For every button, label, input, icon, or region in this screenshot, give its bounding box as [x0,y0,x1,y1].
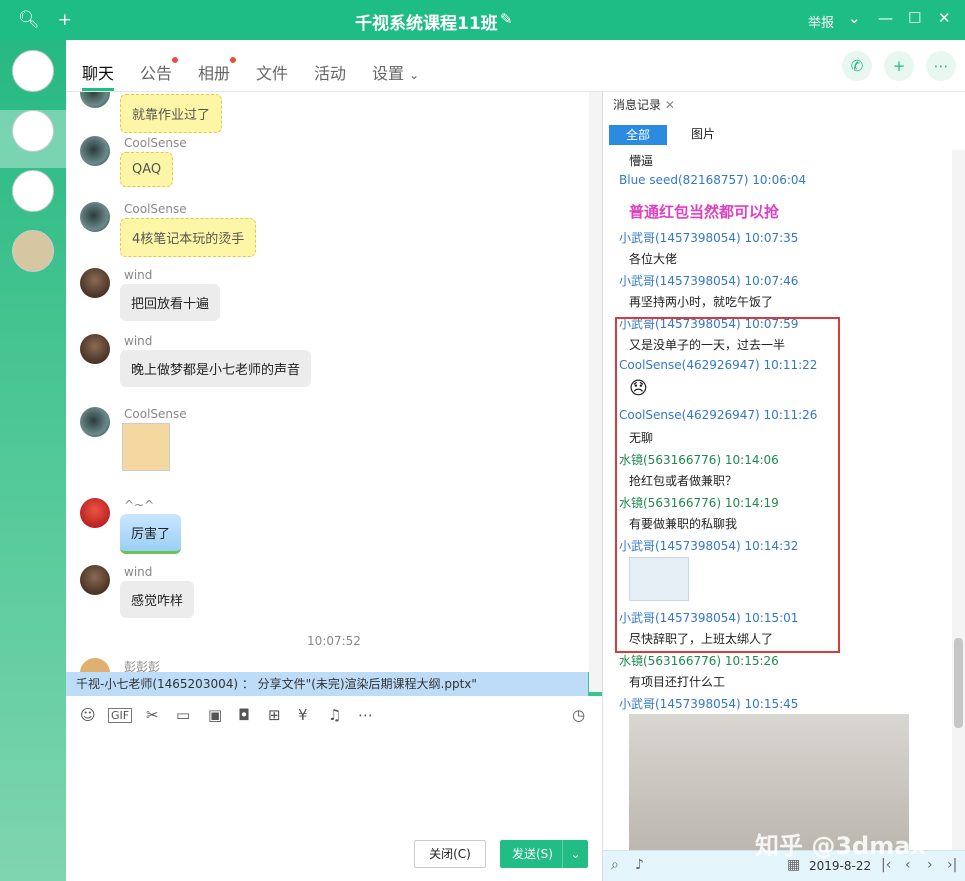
search-icon[interactable]: ⌕ [611,857,619,873]
phone-icon[interactable]: ✆ [842,51,872,81]
edit-icon[interactable]: ✎ [500,10,513,28]
window-title: 千视系统课程11班 [355,14,498,34]
history-scrollbar[interactable] [952,150,965,850]
sender-name: CoolSense [124,407,187,421]
send-label: 发送(S) [512,847,553,861]
history-meta: 水镜(563166776) 10:15:26 [619,654,779,668]
filter-all[interactable]: 全部 [609,125,667,145]
minimize-icon[interactable]: — [878,9,893,27]
avatar[interactable] [80,407,110,437]
scroll-thumb[interactable] [954,638,963,728]
group-sidebar [0,40,66,881]
group-avatar-3[interactable] [12,170,54,212]
sender-name: CoolSense [124,202,187,216]
group-avatar-2[interactable] [12,110,54,152]
history-panel: 消息记录 ✕ 全部 图片 懵逼 Blue seed(82168757) 10:0… [602,92,965,881]
message-bubble: 感觉咋样 [120,581,195,618]
history-meta: 小武哥(1457398054) 10:07:35 [619,231,799,245]
redpacket-icon[interactable]: ¥ [298,706,308,724]
more-options-icon[interactable]: ⋯ [358,706,373,724]
chat-panel: 就靠作业过了 CoolSense QAQ CoolSense 4核笔记本玩的烫手… [66,92,602,672]
avatar[interactable] [80,658,110,672]
history-meta: 小武哥(1457398054) 10:15:45 [619,697,799,711]
scissors-icon[interactable]: ✂ [146,706,159,724]
add-chat-icon[interactable]: + [884,51,914,81]
avatar[interactable] [80,202,110,232]
bell-icon[interactable]: ♫ [328,706,341,724]
history-meta: 小武哥(1457398054) 10:07:46 [619,274,799,288]
speaker-icon[interactable]: ♪ [635,857,644,873]
send-button[interactable]: 发送(S) ⌄ [500,840,588,868]
chat-scrollbar[interactable] [589,92,602,692]
tab-files[interactable]: 文件 [256,60,288,84]
message-bubble: 把回放看十遍 [120,284,221,321]
tab-settings[interactable]: 设置 ⌄ [372,60,419,84]
file-share-notice[interactable]: 千视-小七老师(1465203004) ： 分享文件"(未完)渲染后期课程大纲.… [66,672,588,696]
avatar[interactable] [80,268,110,298]
sender-name: ^~^ [124,498,155,512]
avatar[interactable] [80,334,110,364]
watermark: 知乎 @3dmax [755,832,926,860]
avatar[interactable] [80,565,110,595]
active-tab-indicator [82,88,114,91]
chat-header: 聊天 公告 相册 文件 活动 设置 ⌄ ✆ + ⋯ [66,40,965,92]
close-icon[interactable]: ✕ [938,9,951,27]
title-bar: 🔍︎ + 千视系统课程11班 ✎ 举报 ⌄ — ☐ ✕ [0,0,965,40]
history-meta: Blue seed(82168757) 10:06:04 [619,173,807,187]
video-icon[interactable]: ◘ [238,706,250,724]
folder-icon[interactable]: ▭ [176,706,190,724]
message-bubble: 4核笔记本玩的烫手 [120,218,257,257]
history-text: 再坚持两小时，就吃午饭了 [629,295,774,309]
avatar[interactable] [80,136,110,166]
sender-name: wind [124,334,153,348]
tab-announcement[interactable]: 公告 [140,57,179,84]
next-page-icon[interactable]: › [927,857,933,873]
message-bubble: 厉害了 [120,514,182,554]
more-icon[interactable]: ⋯ [926,51,956,81]
history-text: 懵逼 [629,154,654,168]
chevron-down-icon[interactable]: ⌄ [562,840,588,868]
history-clock-icon[interactable]: ◷ [572,706,585,724]
sender-name: CoolSense [124,136,187,150]
avatar[interactable] [80,498,110,528]
history-text: 有项目还打什么工 [629,675,726,689]
chat-timestamp: 10:07:52 [307,634,361,648]
filter-images[interactable]: 图片 [691,125,715,142]
message-bubble: 就靠作业过了 [120,94,223,133]
message-bubble: QAQ [120,152,174,187]
input-toolbar: ☺ GIF ✂ ▭ ▣ ◘ ⊞ ¥ ♫ ⋯ ◷ [66,696,602,734]
sender-name: 彭彭彭 [124,660,161,672]
image-icon[interactable]: ▣ [208,706,222,724]
gift-icon[interactable]: ⊞ [268,706,281,724]
tab-album[interactable]: 相册 [198,57,237,84]
cow-sticker-image[interactable] [122,423,170,471]
history-date: 2019-8-22 [809,859,872,873]
history-text: 各位大佬 [629,252,678,266]
search-icon[interactable]: 🔍︎ [18,10,40,30]
group-avatar-4[interactable] [12,230,54,272]
maximize-icon[interactable]: ☐ [908,9,921,27]
tab-chat[interactable]: 聊天 [82,60,114,84]
message-bubble: 晚上做梦都是小七老师的声音 [120,350,312,387]
highlight-box [615,317,840,653]
close-button[interactable]: 关闭(C) [414,840,486,868]
avatar[interactable] [80,92,110,108]
last-page-icon[interactable]: ›| [947,857,957,873]
report-button[interactable]: 举报 [808,12,834,31]
history-art-text: 普通红包当然都可以抢 [629,203,780,221]
gif-icon[interactable]: GIF [108,708,133,723]
add-icon[interactable]: + [58,10,72,30]
chevron-down-icon[interactable]: ⌄ [848,9,861,27]
tab-activity[interactable]: 活动 [314,60,346,84]
sender-name: wind [124,268,153,282]
group-avatar-1[interactable] [12,50,54,92]
emoji-icon[interactable]: ☺ [80,706,96,724]
tab-message-history[interactable]: 消息记录 ✕ [613,96,675,113]
sender-name: wind [124,565,153,579]
